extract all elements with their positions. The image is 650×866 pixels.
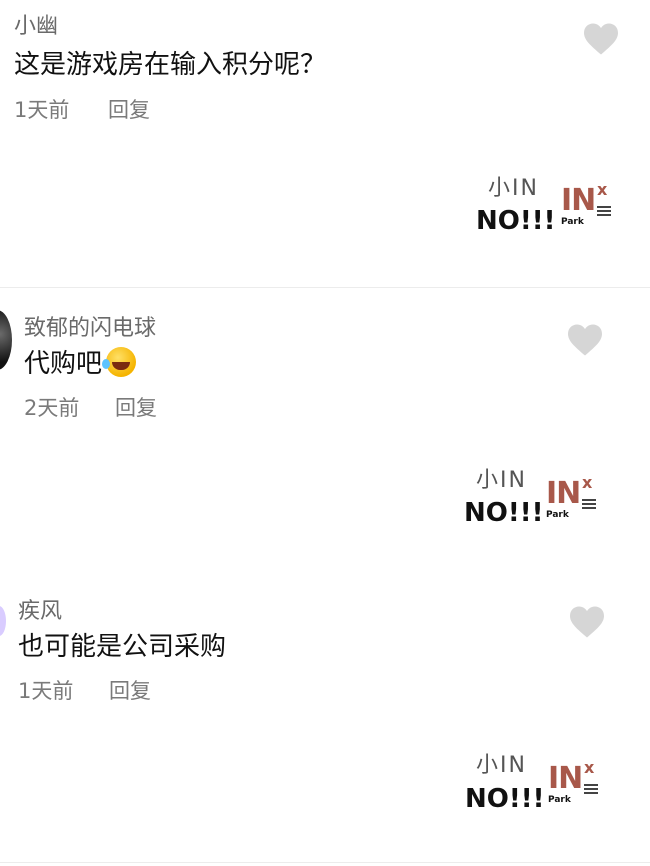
inx-park-logo: IN x Park bbox=[548, 758, 600, 816]
avatar[interactable] bbox=[0, 606, 6, 636]
divider bbox=[0, 862, 650, 863]
comment-text: 也可能是公司采购 bbox=[18, 632, 227, 662]
divider bbox=[0, 287, 650, 288]
like-heart-icon[interactable] bbox=[566, 323, 604, 357]
reply-text: NO!!! bbox=[465, 784, 545, 814]
comment-time: 1天前 bbox=[18, 679, 74, 703]
reply-author-name: 小IN bbox=[476, 468, 527, 493]
inx-park-logo: IN x Park bbox=[546, 473, 598, 531]
comment-text: 这是游戏房在输入积分呢？ bbox=[14, 50, 327, 80]
reply-button[interactable]: 回复 bbox=[115, 392, 157, 422]
comment-text: 代购吧 bbox=[24, 343, 137, 380]
avatar[interactable] bbox=[0, 310, 12, 370]
comment-username[interactable]: 疾风 bbox=[18, 593, 62, 625]
inx-park-logo: IN x Park bbox=[561, 180, 613, 238]
comment-time: 2天前 bbox=[24, 396, 80, 420]
like-heart-icon[interactable] bbox=[568, 605, 606, 639]
reply-text: NO!!! bbox=[464, 498, 544, 528]
comment-time: 1天前 bbox=[14, 98, 70, 122]
reply-author-name: 小IN bbox=[476, 753, 527, 778]
rolling-laughing-emoji-icon bbox=[102, 347, 137, 377]
reply-button[interactable]: 回复 bbox=[108, 94, 150, 124]
reply-text: NO!!! bbox=[476, 206, 556, 236]
like-heart-icon[interactable] bbox=[582, 22, 620, 56]
reply-author-name: 小IN bbox=[488, 176, 539, 201]
comment-username[interactable]: 小幽 bbox=[14, 8, 58, 40]
reply-button[interactable]: 回复 bbox=[109, 675, 151, 705]
comment-username[interactable]: 致郁的闪电球 bbox=[24, 310, 156, 342]
